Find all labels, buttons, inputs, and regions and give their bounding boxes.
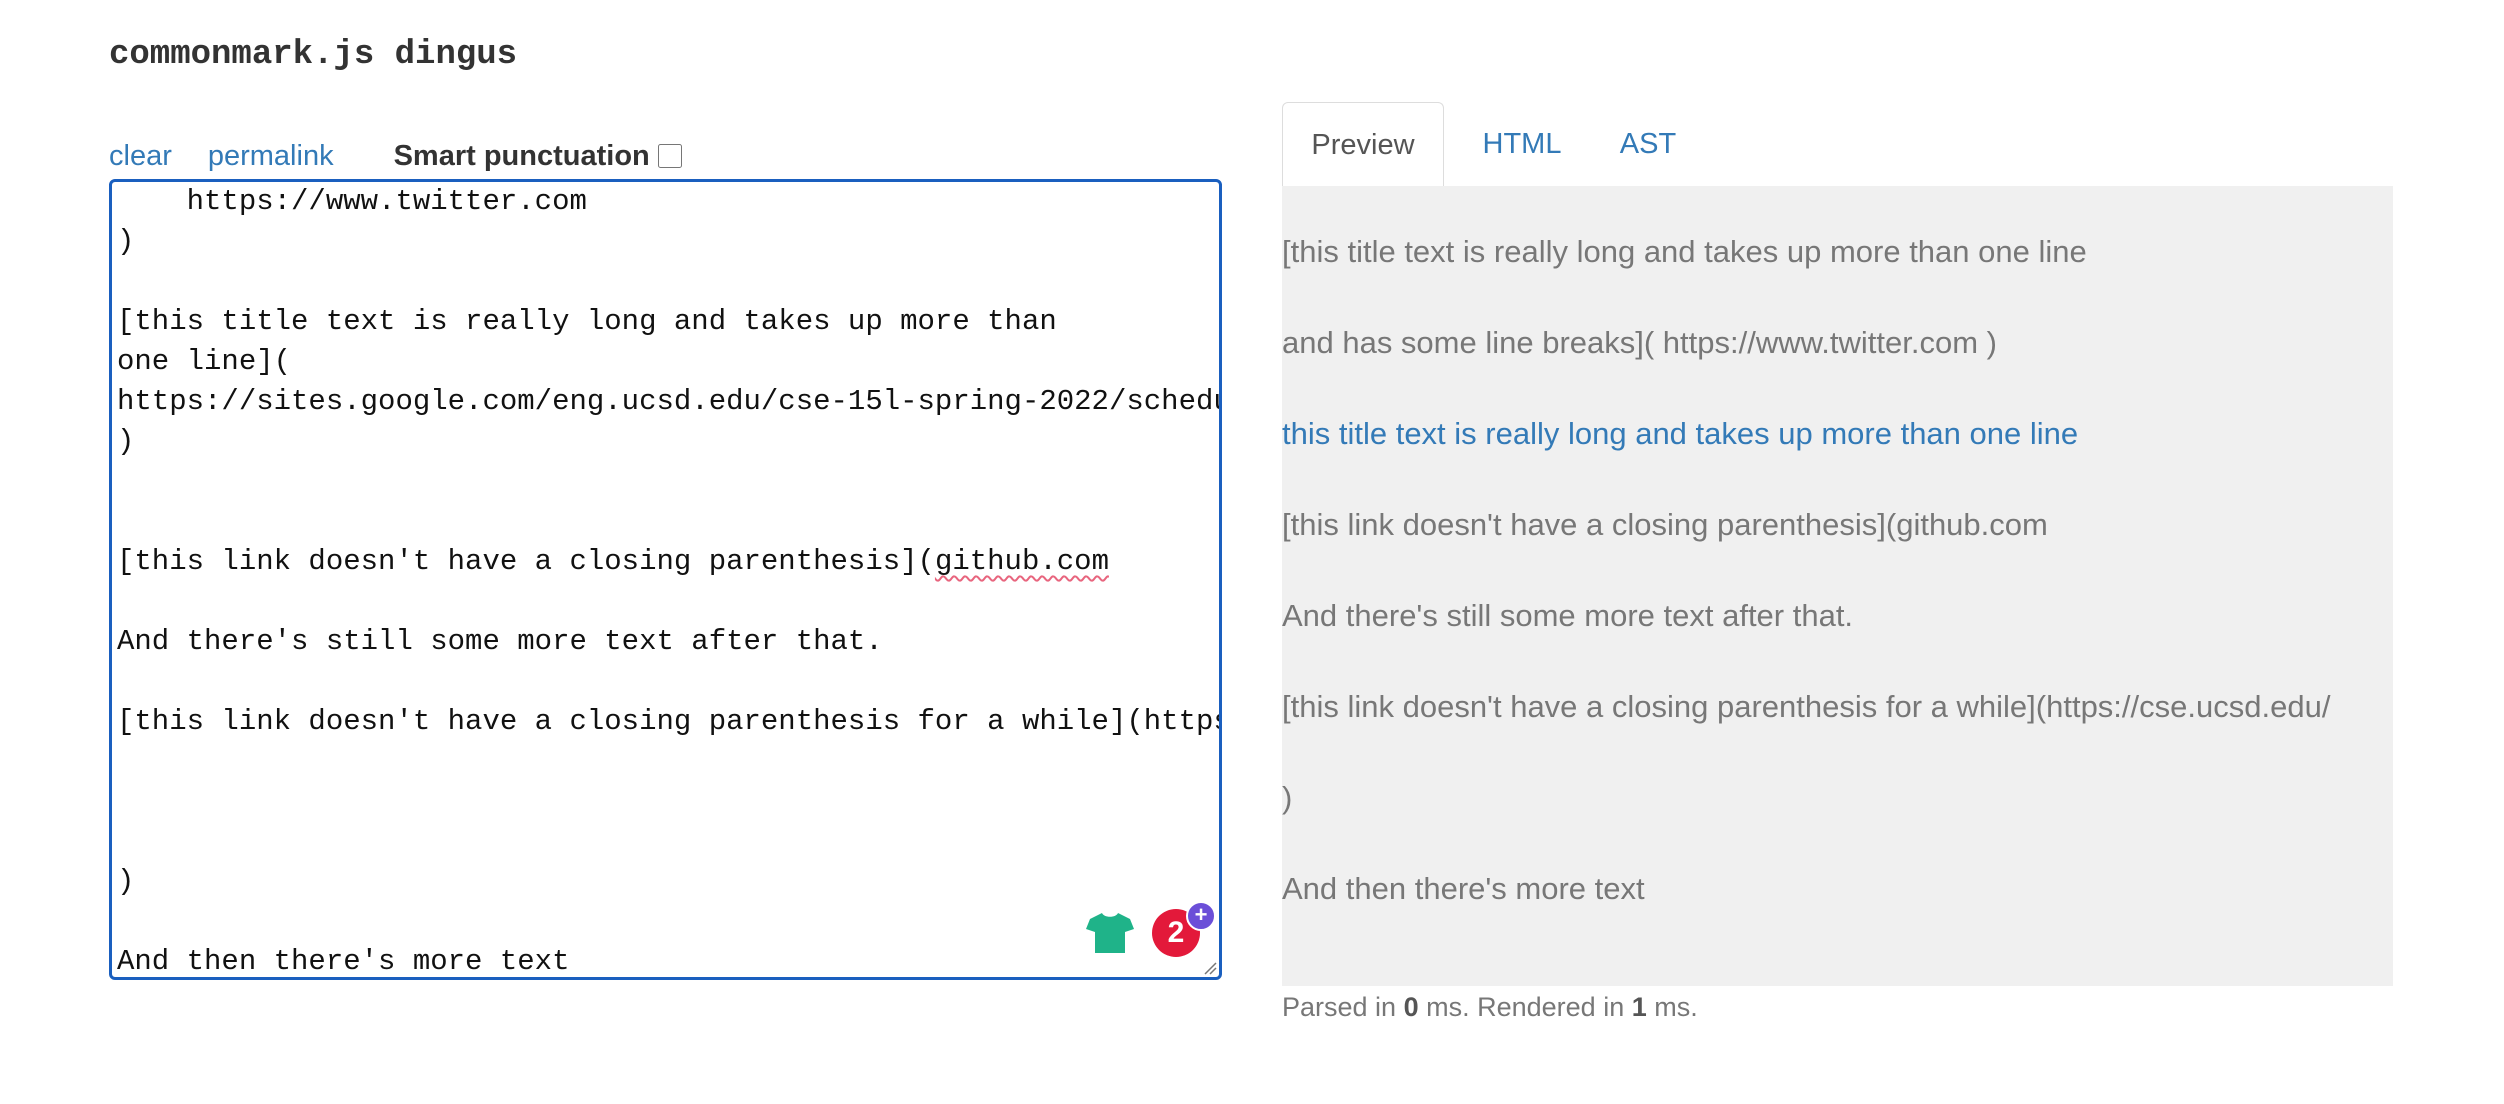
preview-pane: [this title text is really long and take… <box>1282 186 2393 986</box>
parsed-ms: 0 <box>1403 992 1419 1022</box>
output-tabs: Preview HTML AST <box>1282 102 2393 187</box>
smart-punctuation-checkbox[interactable] <box>657 144 682 168</box>
tab-ast[interactable]: AST <box>1598 102 1698 186</box>
status-parsed-label: Parsed in <box>1282 992 1404 1022</box>
permalink-link[interactable]: permalink <box>208 140 334 173</box>
page-title: commonmark.js dingus <box>109 36 518 74</box>
tshirt-icon[interactable] <box>1086 911 1134 955</box>
tab-preview[interactable]: Preview <box>1282 102 1444 187</box>
editor-text[interactable]: https://www.twitter.com) [this title text… <box>117 182 1222 978</box>
toolbar: clear permalink Smart punctuation <box>109 138 682 174</box>
preview-link[interactable]: this title text is really long and takes… <box>1282 416 2078 452</box>
editor-line: And there's still some more text after t… <box>117 625 883 658</box>
clear-link[interactable]: clear <box>109 140 172 173</box>
editor-line: https://sites.google.com/eng.ucsd.edu/cs… <box>117 385 1222 418</box>
smart-punctuation-toggle[interactable]: Smart punctuation <box>394 140 682 173</box>
editor-line: https://www.twitter.com <box>117 185 587 218</box>
editor-line: ) <box>117 425 135 458</box>
preview-paragraph: [this title text is really long and take… <box>1282 234 2087 269</box>
editor-line: And then there's more text <box>117 945 570 978</box>
rendered-ms: 1 <box>1631 992 1647 1022</box>
editor-line: one line]( <box>117 345 292 378</box>
spellcheck-word: github.com <box>934 545 1109 578</box>
smart-punctuation-label: Smart punctuation <box>393 139 650 172</box>
editor-line: ) <box>117 865 135 898</box>
timing-status: Parsed in 0 ms. Rendered in 1 ms. <box>1282 992 1698 1023</box>
resize-handle-icon[interactable] <box>1203 961 1217 975</box>
markdown-editor[interactable]: https://www.twitter.com) [this title text… <box>109 179 1222 980</box>
status-rendered-label: ms. Rendered in <box>1418 992 1632 1022</box>
preview-paragraph: [this link doesn't have a closing parent… <box>1282 507 2048 542</box>
editor-line: [this title text is really long and take… <box>117 305 1057 338</box>
plus-icon[interactable]: + <box>1186 901 1216 931</box>
editor-line: ) <box>117 225 135 258</box>
editor-line: [this link doesn't have a closing parent… <box>117 545 1109 578</box>
preview-paragraph: And there's still some more text after t… <box>1282 598 1854 633</box>
editor-line: [this link doesn't have a closing parent… <box>117 705 1219 738</box>
preview-paragraph: ) <box>1282 780 1293 815</box>
preview-paragraph: And then there's more text <box>1282 871 1645 906</box>
status-suffix: ms. <box>1646 992 1698 1022</box>
preview-paragraph: and has some line breaks]( https://www.t… <box>1282 325 1997 360</box>
tab-html[interactable]: HTML <box>1462 102 1582 186</box>
preview-paragraph: [this link doesn't have a closing parent… <box>1282 689 2331 724</box>
